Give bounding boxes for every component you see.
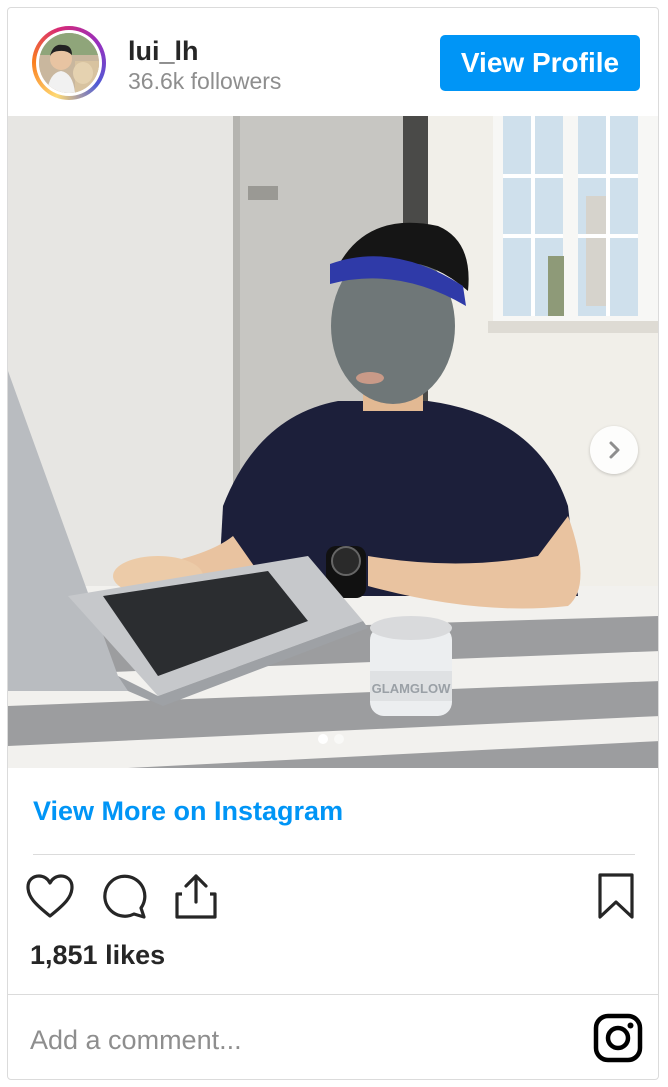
comment-icon xyxy=(103,874,147,919)
next-slide-button[interactable] xyxy=(590,426,638,474)
save-button[interactable] xyxy=(590,870,642,922)
divider xyxy=(8,994,658,995)
carousel-indicator xyxy=(318,734,344,744)
share-button[interactable] xyxy=(170,870,222,922)
post-photo: GLAMGLOW xyxy=(8,116,658,768)
instagram-icon xyxy=(593,1013,643,1063)
like-button[interactable] xyxy=(24,870,76,922)
comment-input[interactable] xyxy=(28,1014,552,1066)
avatar xyxy=(39,33,99,93)
avatar-story-ring[interactable] xyxy=(32,26,106,100)
post-header: lui_lh 36.6k followers View Profile xyxy=(8,8,658,116)
carousel-dot xyxy=(334,734,344,744)
instagram-logo-link[interactable] xyxy=(592,1012,644,1064)
heart-icon xyxy=(26,874,74,918)
comment-button[interactable] xyxy=(98,870,150,922)
share-icon xyxy=(175,874,217,919)
jar-label: GLAMGLOW xyxy=(372,681,451,696)
divider xyxy=(33,854,635,855)
carousel-dot-active xyxy=(318,734,328,744)
instagram-embed-card: lui_lh 36.6k followers View Profile GLAM… xyxy=(7,7,659,1080)
view-more-link[interactable]: View More on Instagram xyxy=(33,796,343,827)
chevron-right-icon xyxy=(609,441,620,459)
follower-count: 36.6k followers xyxy=(128,68,282,94)
username[interactable]: lui_lh xyxy=(128,36,199,67)
post-image[interactable]: GLAMGLOW xyxy=(8,116,658,768)
like-count: 1,851 likes xyxy=(30,940,166,970)
action-bar xyxy=(8,870,658,930)
bookmark-icon xyxy=(598,873,634,919)
view-profile-button[interactable]: View Profile xyxy=(440,35,640,91)
avatar-image xyxy=(39,33,99,93)
